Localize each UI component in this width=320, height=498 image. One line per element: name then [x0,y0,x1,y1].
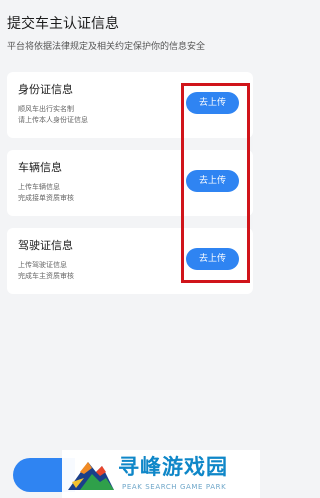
watermark-text-cn: 寻峰游戏园 [118,455,228,479]
driver-license-info-card: 驾驶证信息 上传驾驶证信息 完成车主资质审核 去上传 [7,228,253,294]
watermark-logo: 寻峰游戏园 PEAK SEARCH GAME PARK [62,450,260,498]
card-title: 驾驶证信息 [18,239,73,252]
card-desc-line: 完成接单资质审核 [18,194,74,202]
card-desc-line: 上传驾驶证信息 [18,261,67,269]
upload-id-card-button[interactable]: 去上传 [186,92,239,114]
mountain-logo-icon [68,462,114,490]
card-desc-line: 上传车辆信息 [18,183,60,191]
upload-driver-license-button[interactable]: 去上传 [186,248,239,270]
page-title: 提交车主认证信息 [7,16,119,32]
id-card-info-card: 身份证信息 顺风车出行实名制 请上传本人身份证信息 去上传 [7,72,253,138]
card-title: 车辆信息 [18,161,62,174]
watermark-text-en: PEAK SEARCH GAME PARK [122,483,227,491]
card-desc-line: 顺风车出行实名制 [18,105,74,113]
page-subtitle: 平台将依据法律规定及相关约定保护你的信息安全 [7,42,206,52]
auth-page: 提交车主认证信息 平台将依据法律规定及相关约定保护你的信息安全 身份证信息 顺风… [0,0,260,498]
card-desc-line: 完成车主资质审核 [18,272,74,280]
card-desc-line: 请上传本人身份证信息 [18,116,88,124]
upload-vehicle-button[interactable]: 去上传 [186,170,239,192]
vehicle-info-card: 车辆信息 上传车辆信息 完成接单资质审核 去上传 [7,150,253,216]
card-title: 身份证信息 [18,83,73,96]
